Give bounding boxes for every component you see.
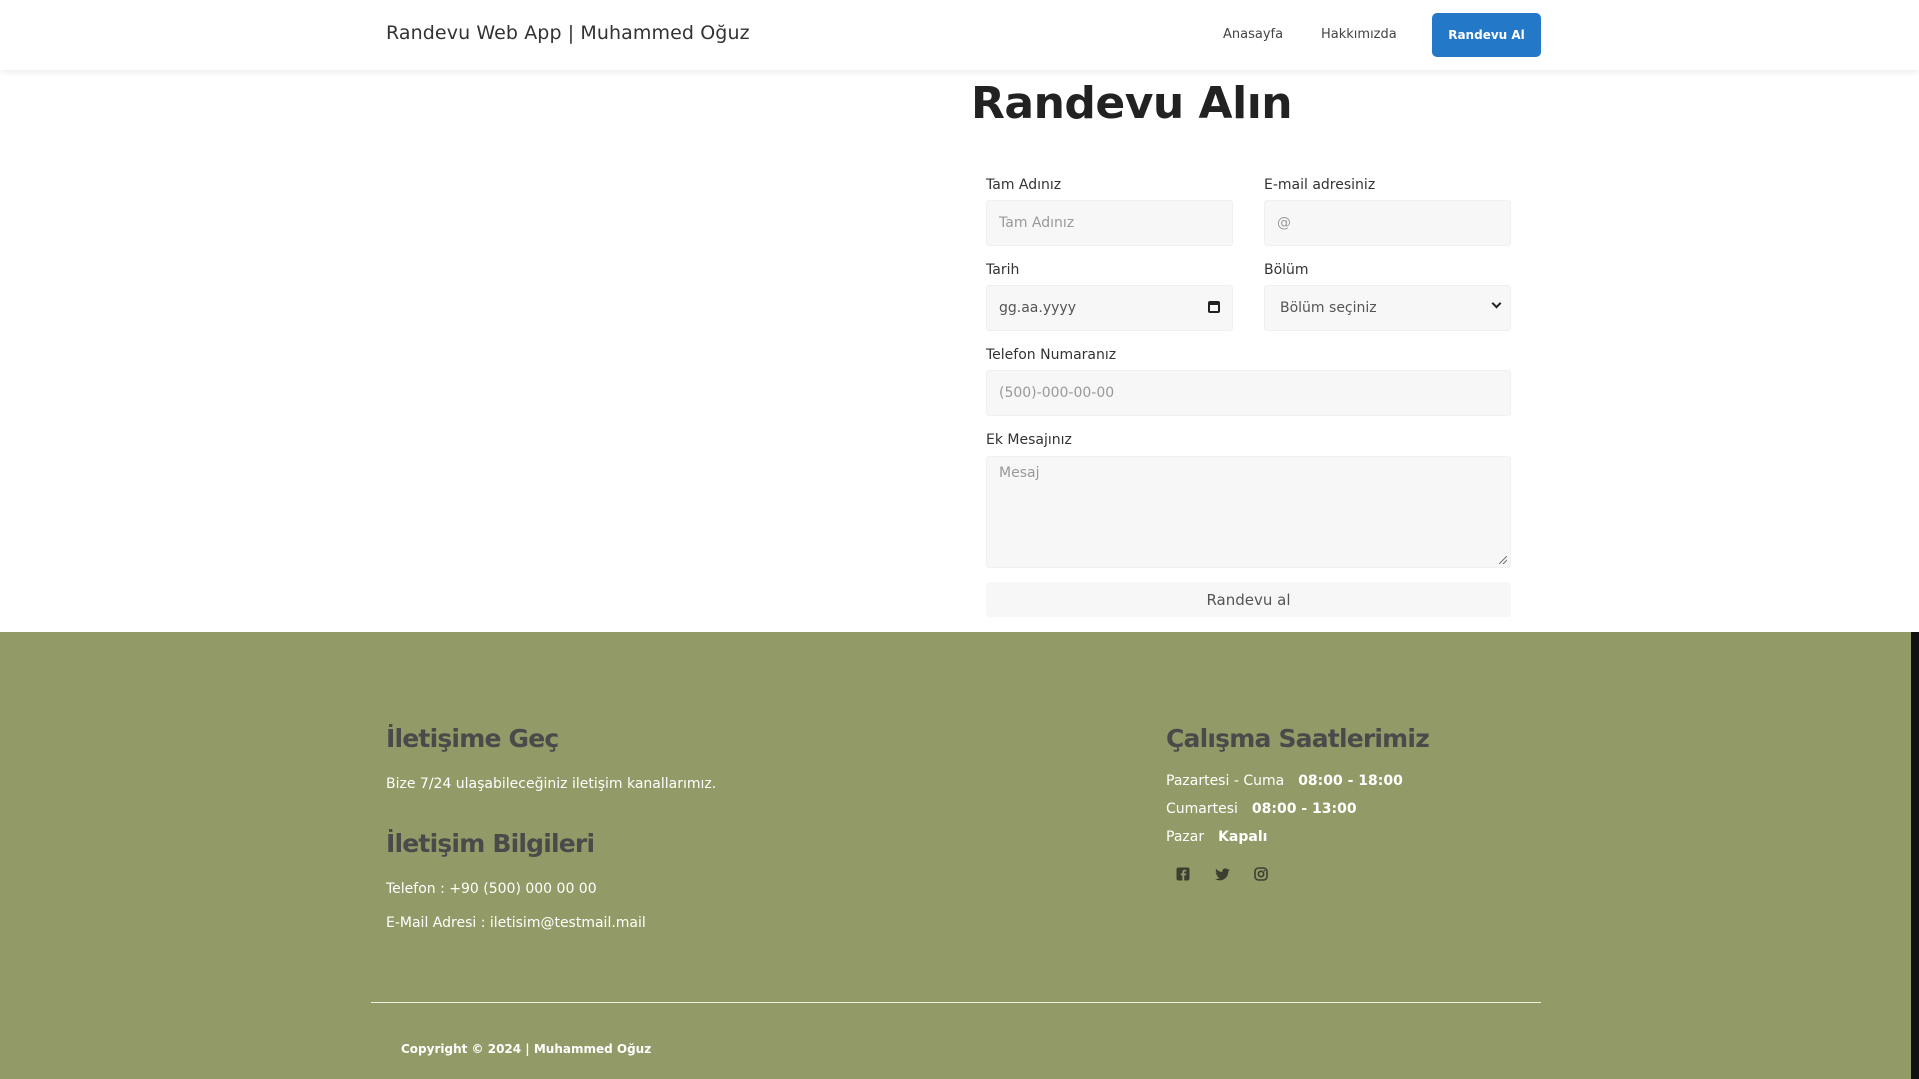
department-selected: Bölüm seçiniz (1280, 300, 1377, 316)
name-placeholder: Tam Adınız (999, 215, 1075, 231)
navbar: Randevu Web App | Muhammed Oğuz Anasayfa… (0, 0, 1919, 70)
phone-input[interactable]: (500)-000-00-00 (986, 370, 1511, 416)
chevron-down-icon (1491, 298, 1502, 309)
appointment-nav-button[interactable]: Randevu Al (1432, 13, 1541, 57)
form-title: Randevu Alın (971, 78, 1293, 129)
email-placeholder: @ (1277, 215, 1291, 231)
date-label: Tarih (986, 262, 1020, 278)
hours-time: 08:00 - 18:00 (1298, 773, 1403, 789)
department-label: Bölüm (1264, 262, 1309, 278)
email-label: E-mail adresiniz (1264, 177, 1376, 193)
hours-day: Pazartesi - Cuma (1166, 773, 1285, 789)
hours-time: 08:00 - 13:00 (1251, 801, 1357, 817)
hours-day: Pazar (1166, 829, 1205, 845)
department-select[interactable]: Bölüm seçiniz (1264, 285, 1511, 331)
phone-info: Telefon : +90 (500) 000 00 00 (386, 881, 597, 897)
name-input[interactable]: Tam Adınız (986, 200, 1233, 246)
phone-label: Telefon Numaranız (986, 347, 1117, 363)
contact-text: Bize 7/24 ulaşabileceğiniz iletişim kana… (386, 776, 717, 792)
footer-divider (371, 1002, 1541, 1003)
contact-heading: İletişime Geç (386, 724, 559, 753)
scrollbar[interactable] (1911, 632, 1919, 1079)
message-textarea[interactable]: Mesaj (986, 456, 1511, 568)
hours-row: Pazartesi - Cuma 08:00 - 18:00 (1166, 773, 1403, 789)
footer (0, 632, 1919, 1079)
submit-button[interactable]: Randevu al (986, 582, 1511, 617)
message-placeholder: Mesaj (999, 465, 1040, 481)
nav-link-about[interactable]: Hakkımızda (1321, 27, 1397, 42)
brand-title[interactable]: Randevu Web App | Muhammed Oğuz (386, 22, 750, 44)
facebook-icon[interactable] (1175, 866, 1191, 882)
instagram-icon[interactable] (1253, 866, 1269, 882)
copyright-text: Copyright © 2024 | Muhammed Oğuz (401, 1042, 652, 1056)
hours-time: Kapalı (1218, 829, 1268, 845)
name-label: Tam Adınız (986, 177, 1062, 193)
nav-link-home[interactable]: Anasayfa (1223, 27, 1283, 42)
info-heading: İletişim Bilgileri (386, 829, 595, 858)
email-info[interactable]: E-Mail Adresi : iletisim@testmail.mail (386, 915, 646, 931)
hours-heading: Çalışma Saatlerimiz (1166, 724, 1430, 753)
hours-row: Pazar Kapalı (1166, 829, 1267, 845)
calendar-icon[interactable] (1208, 301, 1220, 313)
hours-row: Cumartesi 08:00 - 13:00 (1166, 801, 1357, 817)
date-placeholder: gg.aa.yyyy (999, 300, 1076, 316)
date-input[interactable]: gg.aa.yyyy (986, 285, 1233, 331)
message-label: Ek Mesajınız (986, 432, 1072, 448)
hours-day: Cumartesi (1166, 801, 1238, 817)
phone-placeholder: (500)-000-00-00 (999, 385, 1115, 401)
email-input[interactable]: @ (1264, 200, 1511, 246)
resize-handle-icon[interactable] (1499, 556, 1507, 564)
twitter-icon[interactable] (1214, 866, 1230, 882)
